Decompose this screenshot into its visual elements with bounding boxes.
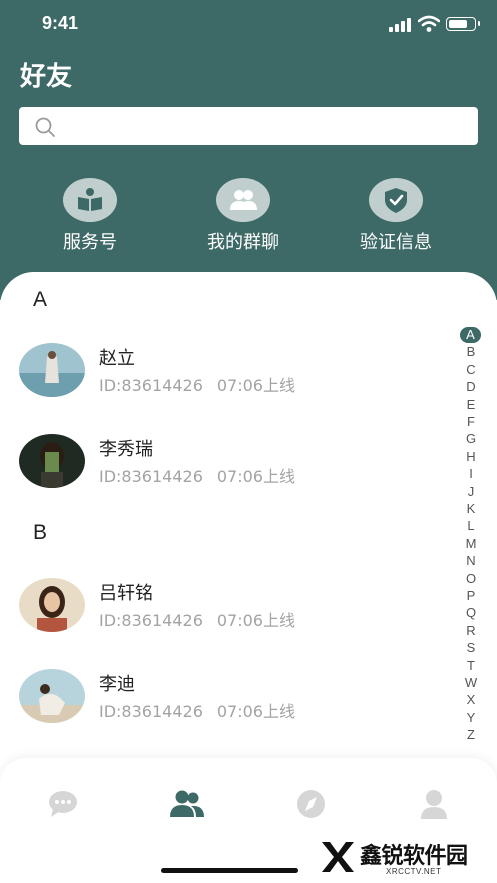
contact-id: ID:83614426 bbox=[99, 702, 203, 721]
compass-icon[interactable] bbox=[291, 788, 331, 820]
chat-bubble-icon[interactable] bbox=[43, 788, 83, 820]
wifi-icon bbox=[418, 15, 440, 32]
index-letter-a[interactable]: A bbox=[460, 327, 481, 343]
shield-check-icon bbox=[369, 178, 423, 222]
contact-name: 吕轩铭 bbox=[99, 583, 153, 604]
status-bar: 9:41 bbox=[0, 0, 497, 48]
index-letter-i[interactable]: I bbox=[459, 466, 483, 482]
index-letter-b[interactable]: B bbox=[459, 344, 483, 360]
contact-name: 李迪 bbox=[99, 674, 135, 695]
contact-row[interactable]: 李迪 ID:83614426 07:06上线 bbox=[0, 669, 450, 739]
index-letter-s[interactable]: S bbox=[459, 640, 483, 656]
index-letter-n[interactable]: N bbox=[459, 553, 483, 569]
watermark: 鑫锐软件园 XRCCTV.NET bbox=[318, 836, 488, 878]
contact-id: ID:83614426 bbox=[99, 467, 203, 486]
last-online: 07:06上线 bbox=[216, 611, 295, 630]
contact-id: ID:83614426 bbox=[99, 611, 203, 630]
index-letter-j[interactable]: J bbox=[459, 484, 483, 500]
contact-info: ID:83614426 07:06上线 bbox=[99, 463, 295, 487]
quick-action-label: 验证信息 bbox=[360, 232, 432, 253]
cellular-signal-icon bbox=[389, 18, 411, 32]
index-letter-e[interactable]: E bbox=[459, 397, 483, 413]
avatar bbox=[19, 578, 85, 632]
watermark-subtitle: XRCCTV.NET bbox=[386, 867, 442, 876]
search-icon bbox=[35, 117, 55, 137]
index-letter-h[interactable]: H bbox=[459, 449, 483, 465]
contact-info: ID:83614426 07:06上线 bbox=[99, 607, 295, 631]
index-letter-q[interactable]: Q bbox=[459, 605, 483, 621]
search-bar[interactable] bbox=[19, 107, 478, 145]
profile-icon[interactable] bbox=[414, 788, 454, 820]
index-letter-o[interactable]: O bbox=[459, 571, 483, 587]
avatar bbox=[19, 343, 85, 397]
contact-name: 赵立 bbox=[99, 348, 135, 369]
index-letter-r[interactable]: R bbox=[459, 623, 483, 639]
contact-row[interactable]: 吕轩铭 ID:83614426 07:06上线 bbox=[0, 578, 450, 648]
verification-button[interactable]: 验证信息 bbox=[331, 178, 461, 258]
index-letter-c[interactable]: C bbox=[459, 362, 483, 378]
contact-info: ID:83614426 07:06上线 bbox=[99, 698, 295, 722]
index-letter-f[interactable]: F bbox=[459, 414, 483, 430]
index-letter-l[interactable]: L bbox=[459, 518, 483, 534]
section-header-b: B bbox=[33, 521, 48, 544]
index-letter-y[interactable]: Y bbox=[459, 710, 483, 726]
book-icon bbox=[63, 178, 117, 222]
section-header-a: A bbox=[33, 288, 48, 311]
index-letter-k[interactable]: K bbox=[459, 501, 483, 517]
watermark-title: 鑫锐软件园 bbox=[360, 844, 468, 869]
index-letter-x[interactable]: X bbox=[459, 692, 483, 708]
contact-id: ID:83614426 bbox=[99, 376, 203, 395]
index-letter-w[interactable]: W bbox=[459, 675, 483, 691]
status-time: 9:41 bbox=[42, 13, 79, 33]
contact-row[interactable]: 李秀瑞 ID:83614426 07:06上线 bbox=[0, 434, 450, 504]
contact-name: 李秀瑞 bbox=[99, 439, 153, 460]
index-letter-t[interactable]: T bbox=[459, 658, 483, 674]
page-title: 好友 bbox=[20, 62, 73, 92]
index-letter-g[interactable]: G bbox=[459, 431, 483, 447]
contact-info: ID:83614426 07:06上线 bbox=[99, 372, 295, 396]
avatar bbox=[19, 669, 85, 723]
home-indicator bbox=[161, 868, 298, 873]
index-letter-d[interactable]: D bbox=[459, 379, 483, 395]
last-online: 07:06上线 bbox=[216, 376, 295, 395]
group-icon bbox=[216, 178, 270, 222]
battery-level bbox=[449, 20, 467, 28]
quick-action-label: 服务号 bbox=[63, 232, 117, 253]
quick-action-label: 我的群聊 bbox=[207, 232, 279, 253]
avatar bbox=[19, 434, 85, 488]
index-letter-z[interactable]: Z bbox=[459, 727, 483, 743]
last-online: 07:06上线 bbox=[216, 467, 295, 486]
watermark-logo-icon bbox=[322, 842, 354, 872]
contacts-icon[interactable] bbox=[167, 788, 207, 820]
battery-icon bbox=[446, 17, 480, 31]
search-input[interactable] bbox=[65, 107, 465, 145]
contact-row[interactable]: 赵立 ID:83614426 07:06上线 bbox=[0, 343, 450, 413]
index-letter-m[interactable]: M bbox=[459, 536, 483, 552]
my-groups-button[interactable]: 我的群聊 bbox=[178, 178, 308, 258]
index-letter-p[interactable]: P bbox=[459, 588, 483, 604]
service-account-button[interactable]: 服务号 bbox=[25, 178, 155, 258]
last-online: 07:06上线 bbox=[216, 702, 295, 721]
